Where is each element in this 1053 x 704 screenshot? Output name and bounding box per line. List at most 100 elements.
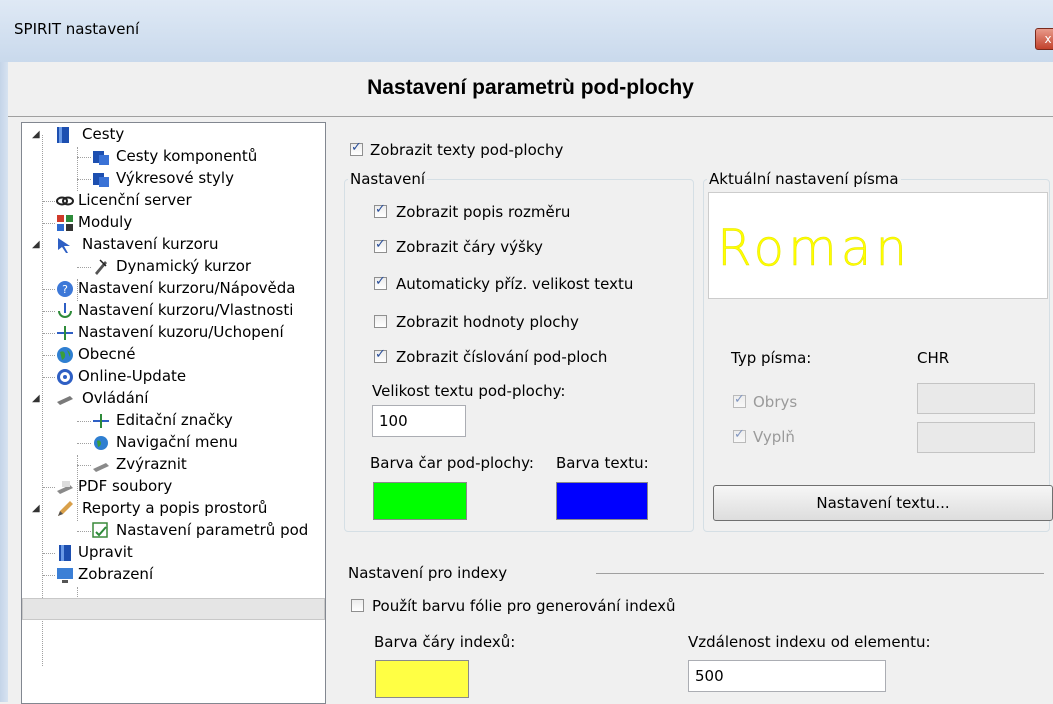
tree-item-label: Ovládání xyxy=(82,389,149,407)
dynamic-cursor-icon xyxy=(95,259,107,275)
tree-line xyxy=(43,223,55,224)
title-bar: SPIRIT nastavení x xyxy=(0,0,1053,62)
tree-line xyxy=(43,289,55,290)
option-auto-text-size-checkbox[interactable] xyxy=(374,274,387,290)
expand-arrow-icon[interactable]: ◢ xyxy=(32,498,42,520)
text-size-label: Velikost textu pod-plochy: xyxy=(372,382,566,400)
book-icon xyxy=(59,545,71,561)
option-label: Automaticky příz. velikost textu xyxy=(396,275,634,293)
pdf-icon xyxy=(57,481,73,494)
index-distance-label: Vzdálenost indexu od elementu: xyxy=(688,633,931,651)
pencil-icon xyxy=(58,501,73,516)
tree-item-label: Navigační menu xyxy=(116,433,238,451)
font-type-label: Typ písma: xyxy=(731,349,812,367)
outline-color-box xyxy=(917,383,1035,414)
window-frame xyxy=(0,62,8,702)
crosshair-icon xyxy=(57,326,73,340)
tree-item-label: Reporty a popis prostorů xyxy=(82,499,268,517)
page-title: Nastavení parametrù pod-plochy xyxy=(367,76,694,99)
tree-item-label: Zvýraznit xyxy=(116,455,187,473)
tree-line xyxy=(43,311,55,312)
tree-item-label: Nastavení kurzoru/Vlastnosti xyxy=(78,301,294,319)
tree-line xyxy=(42,135,43,666)
subarea-settings-icon xyxy=(92,522,108,538)
monitor-icon xyxy=(57,568,73,583)
outline-checkbox[interactable] xyxy=(733,392,746,408)
tree-item-label: Nastavení parametrů pod xyxy=(116,521,309,539)
option-height-lines-checkbox[interactable] xyxy=(374,237,387,253)
tree-line xyxy=(43,553,55,554)
tree-item-label: Obecné xyxy=(78,345,136,363)
globe-small-icon xyxy=(94,436,108,450)
tree-line xyxy=(77,531,91,532)
highlight-icon xyxy=(93,463,109,472)
cursor-properties-icon xyxy=(58,303,72,318)
folder-blue-icon xyxy=(93,173,109,187)
show-subarea-texts-label: Zobrazit texty pod-plochy xyxy=(370,141,564,159)
tree-item-label: Online-Update xyxy=(78,367,187,385)
tree-line xyxy=(43,377,55,378)
tree-line xyxy=(43,487,55,488)
tree-line xyxy=(77,267,91,268)
font-preview-text: Roman xyxy=(717,219,912,278)
tree-item-label: Licenční server xyxy=(78,191,192,209)
tree-item-label: Moduly xyxy=(78,213,133,231)
update-icon xyxy=(57,369,73,385)
option-label: Zobrazit čáry výšky xyxy=(396,238,543,256)
svg-text:?: ? xyxy=(62,283,68,296)
expand-arrow-icon[interactable]: ◢ xyxy=(32,388,42,410)
text-settings-button[interactable]: Nastavení textu... xyxy=(713,485,1053,521)
tree-line xyxy=(43,201,55,202)
index-section-title: Nastavení pro indexy xyxy=(348,564,508,582)
fill-checkbox[interactable] xyxy=(733,427,746,443)
tree-item-label: Cesty komponentů xyxy=(116,147,258,165)
controls-icon xyxy=(57,396,73,405)
globe-icon xyxy=(57,347,73,363)
outline-label: Obrys xyxy=(753,393,798,411)
tree-item-label: Nastavení kuzoru/Uchopení xyxy=(78,323,284,341)
settings-tree[interactable]: ◢ Cesty Cesty komponentů Výkresové styly… xyxy=(21,122,326,704)
tree-item-label: Cesty xyxy=(82,125,125,143)
option-label: Zobrazit hodnoty plochy xyxy=(396,313,579,331)
index-line-color-label: Barva čáry indexů: xyxy=(374,633,516,651)
close-button[interactable]: x xyxy=(1035,28,1053,50)
folder-blue-icon xyxy=(93,151,109,165)
tree-line xyxy=(77,465,91,466)
chain-icon xyxy=(56,196,74,206)
option-subarea-numbering-checkbox[interactable] xyxy=(374,347,387,363)
option-dimension-label-checkbox[interactable] xyxy=(374,202,387,218)
use-foil-color-checkbox[interactable] xyxy=(351,599,364,612)
tree-line xyxy=(43,355,55,356)
page-header: Nastavení parametrù pod-plochy xyxy=(8,62,1053,117)
tree-item-label: Zobrazení xyxy=(78,565,154,583)
use-foil-color-label: Použít barvu fólie pro generování indexů xyxy=(372,597,676,615)
crosshair-icon xyxy=(93,414,109,428)
expand-arrow-icon[interactable]: ◢ xyxy=(32,234,42,256)
close-icon: x xyxy=(1044,32,1052,46)
modules-icon xyxy=(57,215,73,231)
help-icon: ? xyxy=(57,281,73,297)
index-line-color-swatch[interactable] xyxy=(375,660,469,698)
index-distance-input[interactable]: 500 xyxy=(688,660,886,692)
text-color-label: Barva textu: xyxy=(556,454,649,472)
text-size-input[interactable]: 100 xyxy=(372,405,466,437)
tree-line xyxy=(77,157,91,158)
tree-line xyxy=(77,147,78,191)
expand-arrow-icon[interactable]: ◢ xyxy=(32,124,42,146)
text-color-swatch[interactable] xyxy=(556,482,648,520)
tree-item-label: PDF soubory xyxy=(78,477,173,495)
tree-line xyxy=(77,443,91,444)
show-subarea-texts-checkbox[interactable] xyxy=(350,140,363,156)
tree-item-label: Nastavení kurzoru/Nápověda xyxy=(78,279,296,297)
font-group-title: Aktuální nastavení písma xyxy=(707,170,901,188)
tree-item-label: Dynamický kurzor xyxy=(116,257,252,275)
tree-line xyxy=(43,575,55,576)
font-type-value: CHR xyxy=(917,349,950,367)
index-separator xyxy=(596,573,1044,574)
line-color-swatch[interactable] xyxy=(373,482,467,520)
option-area-values-checkbox[interactable] xyxy=(374,315,387,328)
tree-selection-highlight xyxy=(22,598,325,620)
tree-line xyxy=(43,333,55,334)
fill-color-box xyxy=(917,422,1035,453)
line-color-label: Barva čar pod-plochy: xyxy=(370,454,534,472)
